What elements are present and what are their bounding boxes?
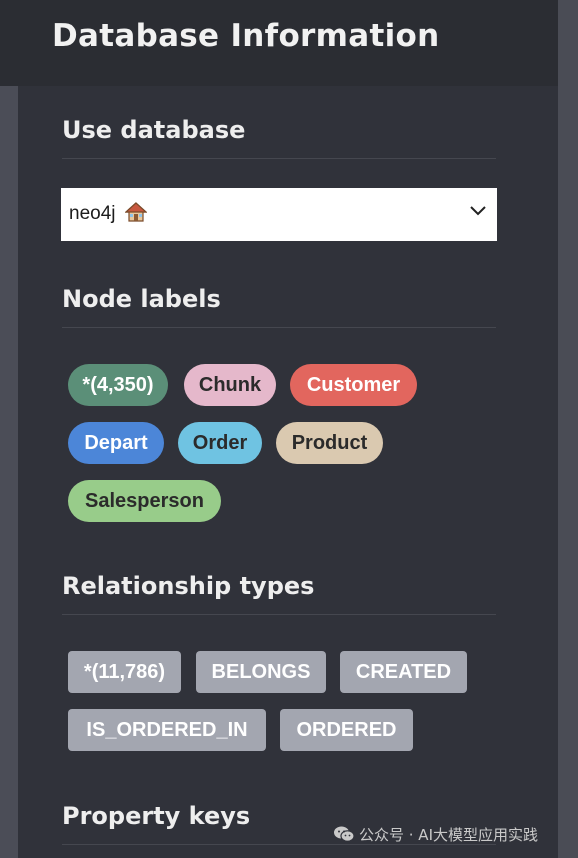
panel-header: Database Information (0, 0, 558, 86)
node-label-text: Product (291, 432, 368, 454)
database-name: neo4j (69, 203, 116, 224)
relationship-type-text: BELONGS (211, 661, 311, 683)
node-label-pill[interactable]: Product (276, 422, 383, 464)
relationship-types-heading: Relationship types (62, 572, 496, 615)
panel-title: Database Information (52, 18, 440, 54)
node-label-text: Chunk (198, 374, 262, 396)
node-label-pill[interactable]: Salesperson (68, 480, 221, 522)
node-label-pill[interactable]: Customer (290, 364, 417, 406)
use-database-heading: Use database (62, 116, 496, 159)
relationship-type-tag[interactable]: *(11,786) (68, 651, 181, 693)
house-icon (124, 202, 148, 222)
relationship-type-tag[interactable]: IS_ORDERED_IN (68, 709, 266, 751)
relationship-type-text: CREATED (355, 661, 452, 683)
node-label-pill[interactable]: Chunk (184, 364, 276, 406)
relationship-type-text: ORDERED (296, 719, 397, 741)
relationship-type-text: IS_ORDERED_IN (86, 719, 248, 741)
relationship-type-tag[interactable]: ORDERED (280, 709, 413, 751)
scrollbar[interactable] (558, 0, 578, 858)
node-label-pill[interactable]: Depart (68, 422, 164, 464)
node-label-pill[interactable]: *(4,350) (68, 364, 168, 406)
node-label-text: Depart (84, 432, 148, 454)
relationship-type-tag[interactable]: CREATED (340, 651, 467, 693)
watermark-text: 公众号 · AI大模型应用实践 (359, 826, 538, 844)
node-label-pill[interactable]: Order (178, 422, 262, 464)
database-select-value: neo4j (69, 202, 148, 225)
node-label-text: Customer (306, 374, 401, 396)
database-select[interactable]: neo4j (61, 188, 497, 241)
node-label-text: Order (192, 432, 248, 454)
relationship-type-tag[interactable]: BELONGS (196, 651, 326, 693)
sidebar-strip (0, 86, 18, 858)
watermark: 公众号 · AI大模型应用实践 (333, 824, 538, 846)
node-labels-heading: Node labels (62, 285, 496, 328)
relationship-type-text: *(11,786) (83, 661, 166, 683)
wechat-icon (333, 825, 355, 843)
chevron-down-icon (470, 206, 486, 216)
node-label-text: Salesperson (85, 490, 204, 512)
node-label-text: *(4,350) (82, 374, 154, 396)
